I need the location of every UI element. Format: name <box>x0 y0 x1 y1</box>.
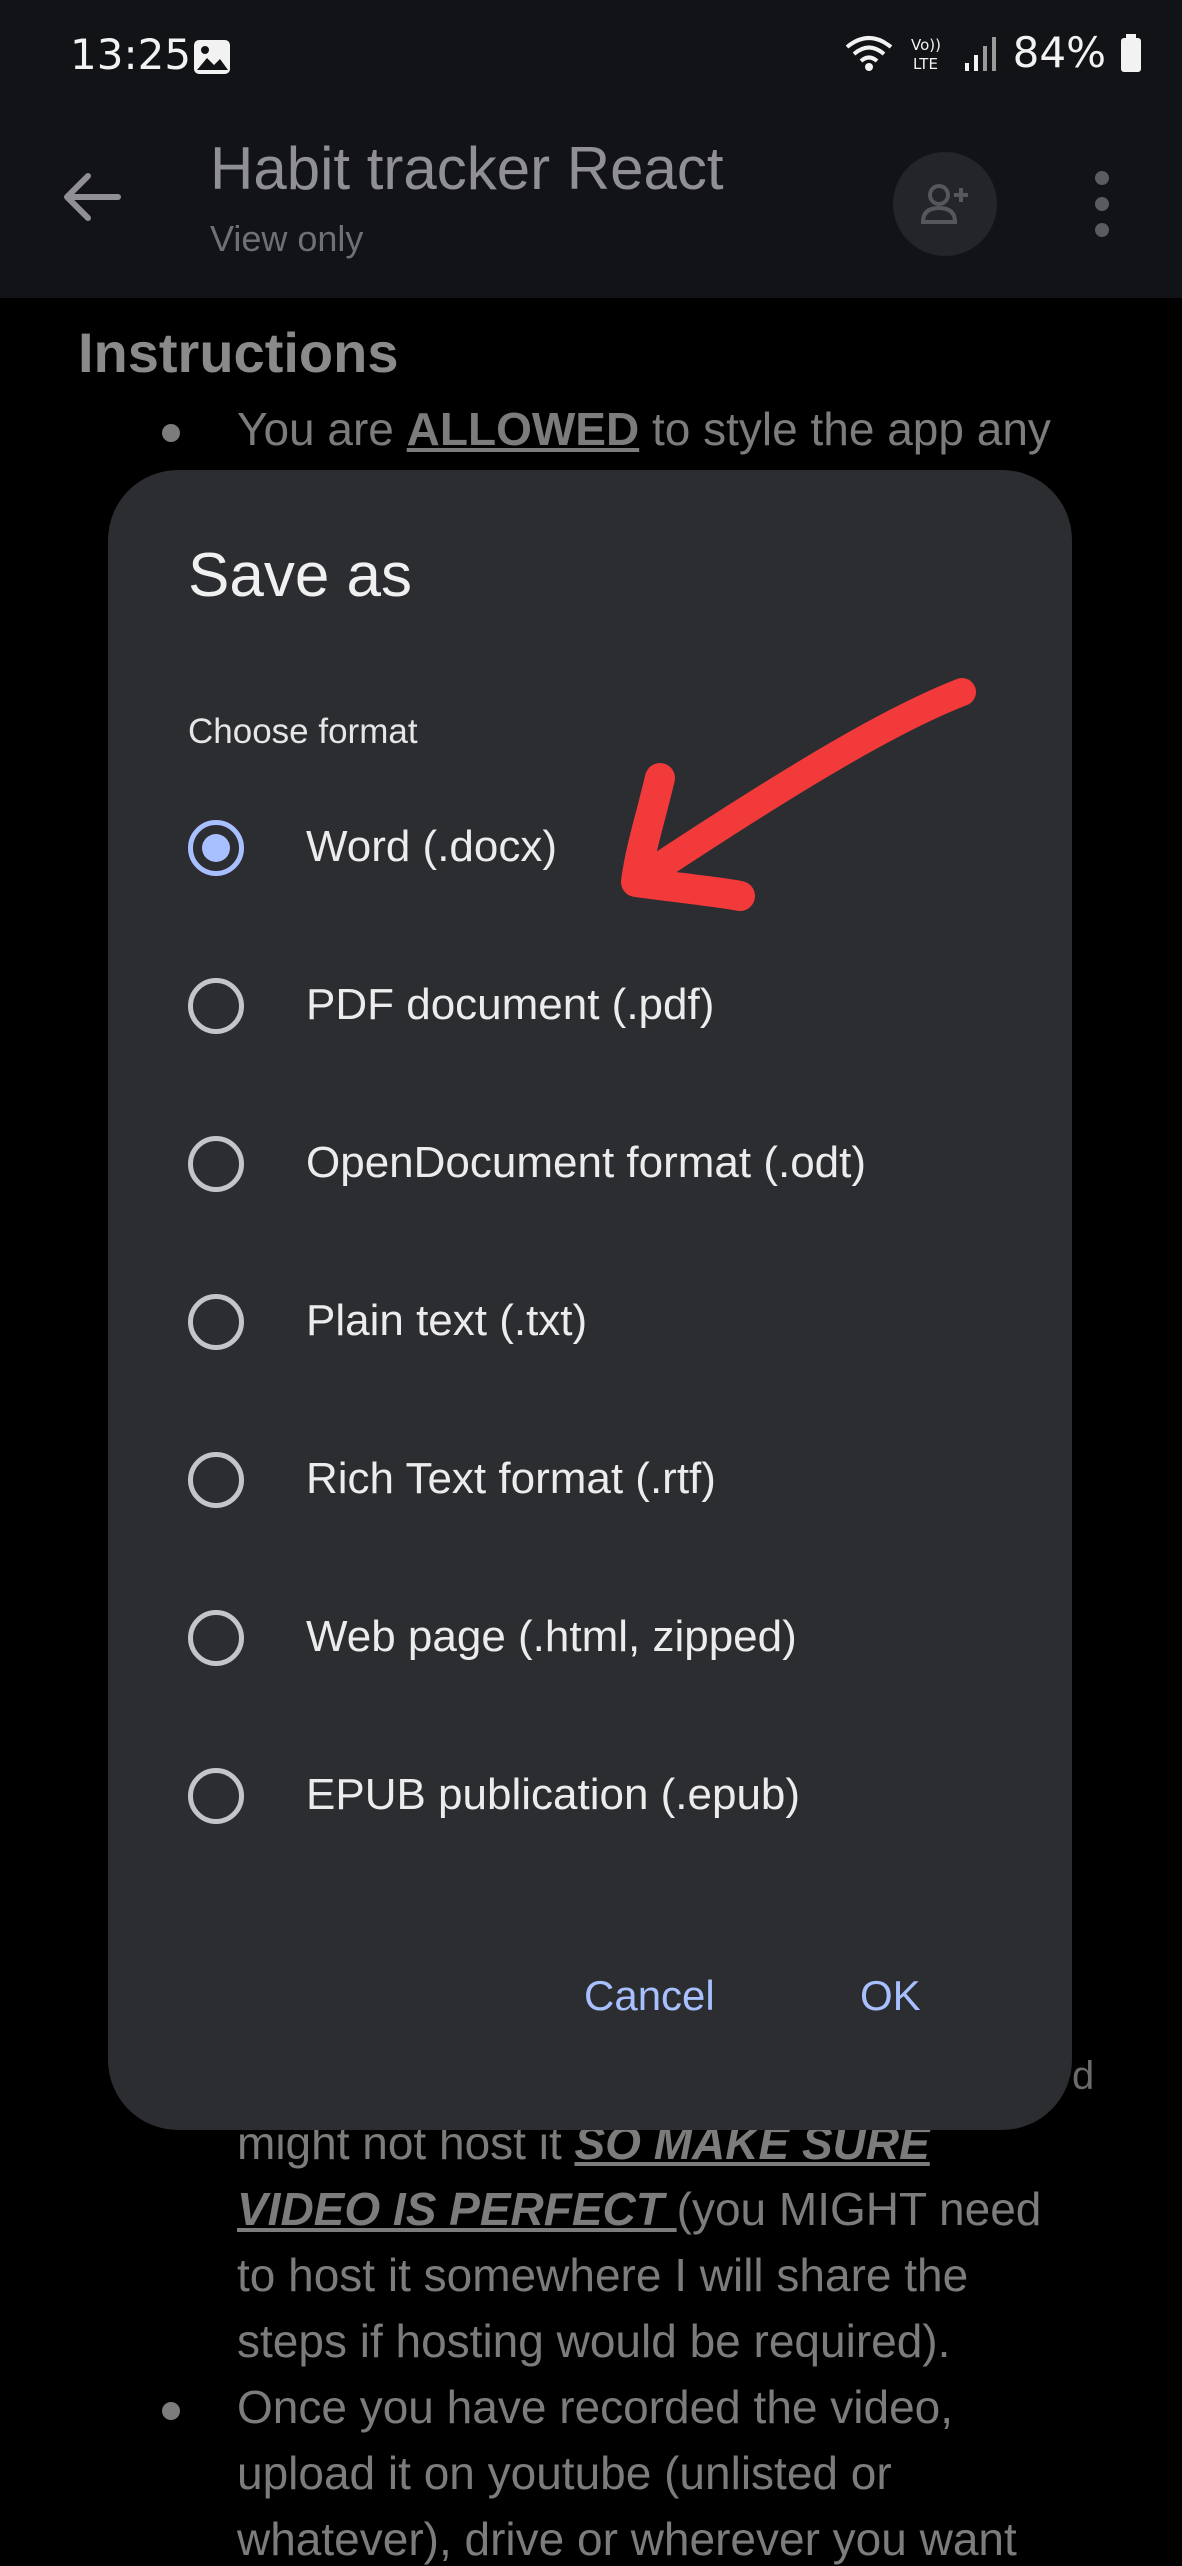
app-bar: Habit tracker React View only <box>0 116 1182 298</box>
arrow-left-icon[interactable] <box>56 162 126 232</box>
doc-line: steps if hosting would be required). <box>237 2315 951 2367</box>
image-icon <box>194 40 230 74</box>
more-vert-icon[interactable] <box>1082 164 1122 244</box>
option-label: Word (.docx) <box>306 822 558 871</box>
format-option-html[interactable]: Web page (.html, zipped) <box>188 1590 1008 1700</box>
dialog-title: Save as <box>188 541 413 610</box>
ok-button[interactable]: OK <box>860 1972 921 2020</box>
doc-line: to host it somewhere I will share the <box>237 2249 969 2301</box>
option-label: Rich Text format (.rtf) <box>306 1454 716 1503</box>
radio-button[interactable] <box>188 820 244 876</box>
format-option-pdf[interactable]: PDF document (.pdf) <box>188 958 1008 1068</box>
doc-line: Once you have recorded the video, <box>237 2381 954 2433</box>
doc-heading: Instructions <box>78 321 399 384</box>
option-label: OpenDocument format (.odt) <box>306 1138 867 1187</box>
battery-icon <box>1121 33 1141 72</box>
view-mode-label: View only <box>210 218 364 259</box>
format-option-txt[interactable]: Plain text (.txt) <box>188 1274 1008 1384</box>
radio-button[interactable] <box>188 1294 244 1350</box>
document-title: Habit tracker React <box>210 135 724 202</box>
format-option-epub[interactable]: EPUB publication (.epub) <box>188 1748 1008 1858</box>
option-label: Plain text (.txt) <box>306 1296 588 1345</box>
svg-text:LTE: LTE <box>913 55 938 73</box>
svg-text:Vo)): Vo)) <box>911 36 941 54</box>
share-button[interactable] <box>893 152 997 256</box>
doc-line: whatever), drive or wherever you want <box>237 2513 1017 2565</box>
signal-icon <box>964 36 996 71</box>
add-person-icon <box>920 184 968 224</box>
wifi-icon <box>845 35 892 71</box>
bullet <box>162 424 180 442</box>
option-label: PDF document (.pdf) <box>306 980 715 1029</box>
battery-percent: 84% <box>1012 28 1106 77</box>
dialog-subtitle: Choose format <box>188 712 418 751</box>
radio-button[interactable] <box>188 1768 244 1824</box>
doc-line: VIDEO IS PERFECT (you MIGHT need <box>237 2183 1042 2235</box>
format-option-rtf[interactable]: Rich Text format (.rtf) <box>188 1432 1008 1542</box>
cancel-button[interactable]: Cancel <box>584 1972 715 2020</box>
format-option-odt[interactable]: OpenDocument format (.odt) <box>188 1116 1008 1226</box>
radio-button[interactable] <box>188 1610 244 1666</box>
bullet <box>162 2402 180 2420</box>
red-arrow-annotation <box>621 678 976 911</box>
radio-button[interactable] <box>188 978 244 1034</box>
doc-line: upload it on youtube (unlisted or <box>237 2447 892 2499</box>
option-label: Web page (.html, zipped) <box>306 1612 797 1661</box>
status-time: 13:25 <box>70 30 192 79</box>
doc-fragment: d <box>1072 2054 1095 2098</box>
status-bar: 13:25 Vo)) LTE 84% <box>0 0 1182 116</box>
volte-icon: Vo)) LTE <box>911 36 941 73</box>
radio-button[interactable] <box>188 1136 244 1192</box>
option-label: EPUB publication (.epub) <box>306 1770 801 1819</box>
status-icons: Vo)) LTE 84% <box>843 28 1142 77</box>
radio-button[interactable] <box>188 1452 244 1508</box>
doc-line: You are ALLOWED to style the app any <box>237 403 1051 455</box>
